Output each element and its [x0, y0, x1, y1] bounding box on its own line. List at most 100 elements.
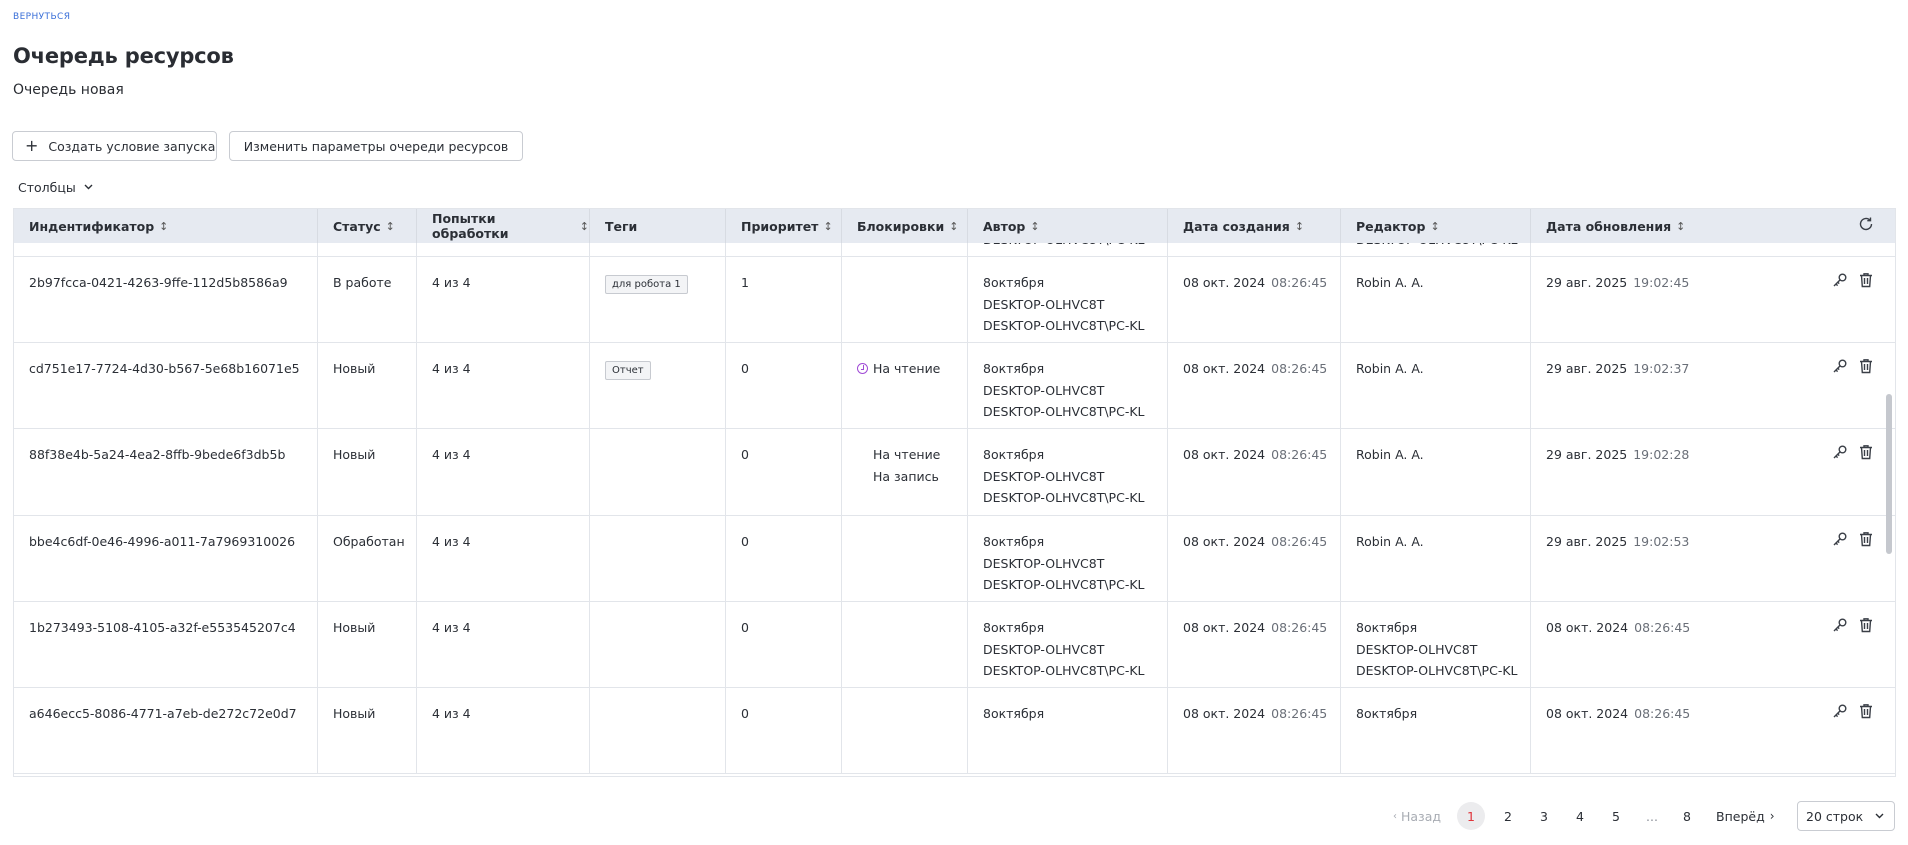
header-updated[interactable]: Дата обновления ↕ [1531, 209, 1895, 243]
sort-icon[interactable]: ↕ [386, 220, 395, 233]
row-actions [1823, 443, 1875, 516]
cell-id: 1b273493-5108-4105-a32f-e553545207c4 [14, 602, 318, 688]
header-status[interactable]: Статус ↕ [318, 209, 417, 243]
cell-author: 8октября DESKTOP-OLHVC8T DESKTOP-OLHVC8T\P… [968, 257, 1168, 343]
vertical-scrollbar[interactable] [1886, 249, 1892, 759]
header-label: Блокировки [857, 218, 945, 234]
key-icon[interactable] [1831, 616, 1849, 634]
sort-icon[interactable]: ↕ [949, 220, 958, 233]
table-row[interactable]: 1b273493-5108-4105-a32f-e553545207c4 Новы… [14, 602, 1895, 688]
created-date: 08 окт. 2024 [1183, 447, 1266, 462]
pagination-page-2[interactable]: 2 [1501, 803, 1515, 829]
chevron-down-icon [1875, 811, 1884, 822]
editor-line: Robin A. A. [1356, 275, 1424, 290]
priority-text: 0 [741, 706, 749, 721]
cell-tags [590, 602, 726, 688]
plus-icon: + [25, 136, 39, 155]
sort-icon[interactable]: ↕ [1030, 220, 1039, 233]
created-time: 08:26:45 [1271, 534, 1328, 549]
cell-tags [590, 429, 726, 516]
status-text: Новый [333, 447, 376, 462]
trash-icon[interactable] [1857, 616, 1875, 634]
pagination-page-8[interactable]: 8 [1681, 803, 1693, 829]
header-priority[interactable]: Приоритет ↕ [726, 209, 842, 243]
create-trigger-button[interactable]: + Создать условие запуска [12, 131, 217, 161]
sort-icon[interactable]: ↕ [1430, 220, 1439, 233]
table-row[interactable]: 88f38e4b-5a24-4ea2-8ffb-9bede6f3db5b Новы… [14, 429, 1895, 516]
key-icon[interactable] [1831, 702, 1849, 720]
edit-queue-button[interactable]: Изменить параметры очереди ресурсов [229, 131, 523, 161]
cell-editor: 8октября DESKTOP-OLHVC8T DESKTOP-OLHVC8T\P… [1341, 602, 1531, 688]
cell-author: 8октября DESKTOP-OLHVC8T DESKTOP-OLHVC8T\P… [968, 602, 1168, 688]
sort-icon[interactable]: ↕ [823, 220, 832, 233]
pagination-page-3[interactable]: 3 [1537, 803, 1551, 829]
cell-tags: Отчет [590, 343, 726, 429]
rows-per-page-select[interactable]: 20 строк [1797, 801, 1895, 831]
cell-priority: 0 [726, 343, 842, 429]
pagination-page-5[interactable]: 5 [1609, 803, 1623, 829]
updated-datetime: 29 авг. 2025 19:02:28 [1546, 443, 1689, 516]
row-actions [1823, 357, 1875, 429]
cell-updated: 29 авг. 2025 19:02:45 [1531, 257, 1895, 343]
cell-author: 8октября DESKTOP-OLHVC8T DESKTOP-OLHVC8T\P… [968, 429, 1168, 516]
key-icon[interactable] [1831, 271, 1849, 289]
key-icon[interactable] [1831, 443, 1849, 461]
cell-status: Новый [318, 602, 417, 688]
trash-icon[interactable] [1857, 443, 1875, 461]
cell-author: 8октября [968, 688, 1168, 774]
pagination-page-4[interactable]: 4 [1573, 803, 1587, 829]
sort-icon[interactable]: ↕ [159, 220, 168, 233]
pagination-prev-label: Назад [1401, 808, 1442, 824]
header-label: Дата обновления [1546, 218, 1672, 234]
table-row[interactable]: 2b97fcca-0421-4263-9ffe-112d5b8586a9 В ра… [14, 257, 1895, 343]
row-actions [1823, 271, 1875, 343]
cell-locks [842, 257, 968, 343]
cell-locks [842, 602, 968, 688]
created-time: 08:26:45 [1271, 706, 1328, 721]
trash-icon[interactable] [1857, 357, 1875, 375]
created-datetime: 08 окт. 2024 08:26:45 [1183, 617, 1340, 639]
key-icon[interactable] [1831, 530, 1849, 548]
columns-toggle[interactable]: Столбцы [18, 180, 93, 195]
status-text: Новый [333, 361, 376, 376]
cell-priority: 0 [726, 602, 842, 688]
updated-date: 29 авг. 2025 [1546, 534, 1628, 549]
cell-created: 08 окт. 2024 08:26:45 [1168, 343, 1341, 429]
attempts-text: 4 из 4 [432, 447, 471, 462]
header-label: Автор [983, 218, 1026, 234]
cell-priority: 0 [726, 516, 842, 602]
created-datetime: 08 окт. 2024 08:26:45 [1183, 272, 1340, 294]
header-attempts[interactable]: Попытки обработки ↕ [417, 209, 590, 243]
status-text: Новый [333, 620, 376, 635]
cell-tags [590, 688, 726, 774]
cell-priority: 0 [726, 688, 842, 774]
header-created[interactable]: Дата создания ↕ [1168, 209, 1341, 243]
cell-updated: 08 окт. 2024 08:26:45 [1531, 602, 1895, 688]
trash-icon[interactable] [1857, 702, 1875, 720]
table-row[interactable]: cd751e17-7724-4d30-b567-5e68b16071e5 Новы… [14, 343, 1895, 429]
pagination-prev[interactable]: ‹ Назад [1393, 803, 1441, 829]
header-id[interactable]: Индентификатор ↕ [14, 209, 318, 243]
pagination-page-1[interactable]: 1 [1457, 802, 1485, 830]
refresh-icon[interactable] [1858, 216, 1874, 237]
trash-icon[interactable] [1857, 271, 1875, 289]
key-icon[interactable] [1831, 357, 1849, 375]
sort-icon[interactable]: ↕ [1676, 220, 1685, 233]
resource-table: Индентификатор ↕ Статус ↕ Попытки обработки ↕… [13, 208, 1896, 777]
updated-date: 08 окт. 2024 [1546, 620, 1629, 635]
sort-icon[interactable]: ↕ [1295, 220, 1304, 233]
sort-icon[interactable]: ↕ [580, 220, 589, 233]
scrollbar-thumb[interactable] [1886, 394, 1892, 554]
header-author[interactable]: Автор ↕ [968, 209, 1168, 243]
pagination-next[interactable]: Вперёд › [1716, 803, 1775, 829]
cell-status: Новый [318, 688, 417, 774]
table-row[interactable]: a646ecc5-8086-4771-a7eb-de272c72e0d7 Новы… [14, 688, 1895, 774]
header-locks[interactable]: Блокировки ↕ [842, 209, 968, 243]
created-datetime: 08 окт. 2024 08:26:45 [1183, 703, 1340, 725]
author-line: DESKTOP-OLHVC8T [983, 468, 1105, 484]
table-row[interactable]: bbe4c6df-0e46-4996-a011-7a7969310026 Обра… [14, 516, 1895, 602]
trash-icon[interactable] [1857, 530, 1875, 548]
updated-time: 19:02:28 [1633, 447, 1690, 462]
header-editor[interactable]: Редактор ↕ [1341, 209, 1531, 243]
back-link[interactable]: Вернуться [13, 12, 70, 22]
